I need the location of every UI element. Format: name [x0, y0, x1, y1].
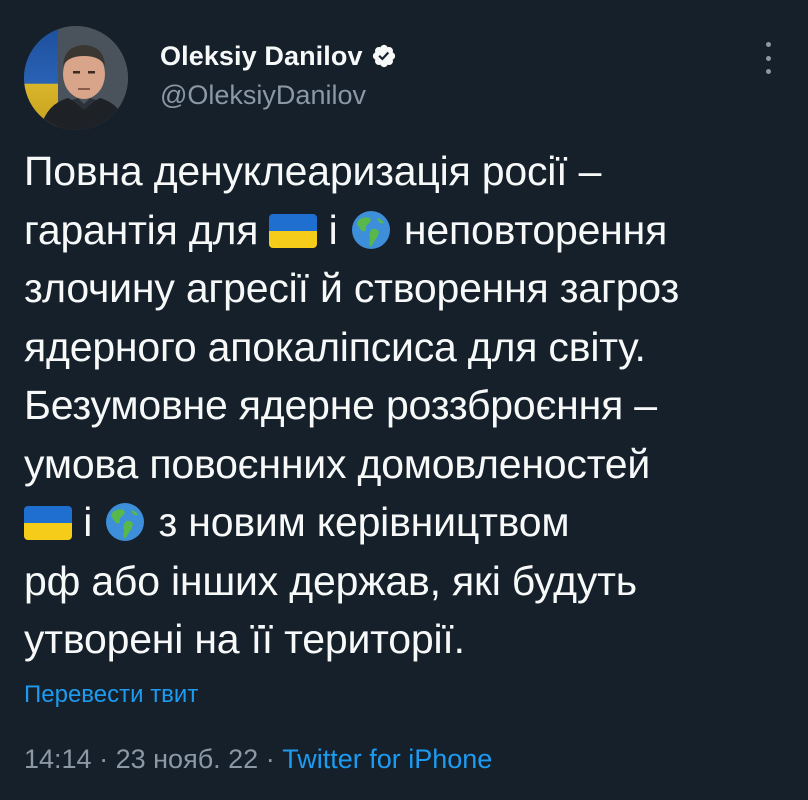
- globe-americas-emoji: [105, 499, 145, 558]
- tweet-text-segment: ядерного апокаліпсиса для світу.: [24, 323, 646, 370]
- tweet-text-segment: Безумовне ядерне роззброєння –: [24, 382, 657, 428]
- meta-separator: ·: [265, 744, 275, 774]
- tweet-line: гарантія для і неповторення: [24, 201, 794, 260]
- tweet-line: і з новим керівництвом: [24, 493, 794, 552]
- more-dot: [765, 55, 771, 61]
- globe-americas-emoji: [351, 207, 391, 266]
- more-dot: [765, 42, 771, 47]
- tweet-text-segment: неповторення: [392, 206, 668, 253]
- tweet-text-segment: умова повоєнних домовленостей: [24, 440, 651, 487]
- tweet-text-segment: Повна денуклеаризація росії –: [24, 148, 602, 194]
- tweet-text-segment: з новим керівництвом: [147, 499, 570, 545]
- author-block: Oleksiy Danilov @OleksiyDanilov: [160, 40, 397, 111]
- tweet-text: Повна денуклеаризація росії – гарантія дл…: [24, 142, 794, 669]
- meta-separator: ·: [99, 744, 109, 774]
- name-row: Oleksiy Danilov: [160, 40, 397, 72]
- tweet-line: Повна денуклеаризація росії –: [24, 142, 794, 201]
- verified-badge-icon: [371, 43, 397, 69]
- flag-ukraine-emoji: [24, 506, 72, 540]
- more-options-icon[interactable]: [760, 42, 776, 74]
- tweet-time[interactable]: 14:14: [24, 744, 92, 774]
- tweet-text-segment: рф або інших держав, які будуть: [24, 557, 637, 604]
- tweet-text-segment: утворені на її території.: [24, 616, 465, 662]
- tweet-line: ядерного апокаліпсиса для світу.: [24, 318, 794, 377]
- tweet-line: Безумовне ядерне роззброєння –: [24, 376, 794, 435]
- tweet-line: рф або інших держав, які будуть: [24, 552, 794, 611]
- tweet-text-segment: і: [72, 499, 104, 545]
- tweet-text-segment: і: [317, 206, 349, 253]
- tweet-line: злочину агресії й створення загроз: [24, 259, 794, 318]
- flag-ukraine-emoji: [269, 213, 318, 248]
- tweet-text-segment: злочину агресії й створення загроз: [24, 265, 680, 311]
- handle[interactable]: @OleksiyDanilov: [160, 80, 397, 111]
- tweet-meta: 14:14 · 23 нояб. 22 · Twitter for iPhone: [24, 744, 492, 775]
- tweet-date[interactable]: 23 нояб. 22: [116, 744, 259, 774]
- display-name[interactable]: Oleksiy Danilov: [160, 41, 363, 72]
- more-dot: [765, 69, 771, 74]
- tweet-source[interactable]: Twitter for iPhone: [282, 744, 492, 774]
- tweet-card: Oleksiy Danilov @OleksiyDanilov Повна де…: [0, 0, 808, 800]
- translate-link[interactable]: Перевести твит: [24, 681, 198, 709]
- tweet-text-segment: гарантія для: [24, 206, 270, 253]
- avatar[interactable]: [24, 26, 128, 130]
- tweet-line: умова повоєнних домовленостей: [24, 435, 794, 494]
- tweet-line: утворені на її території.: [24, 610, 794, 669]
